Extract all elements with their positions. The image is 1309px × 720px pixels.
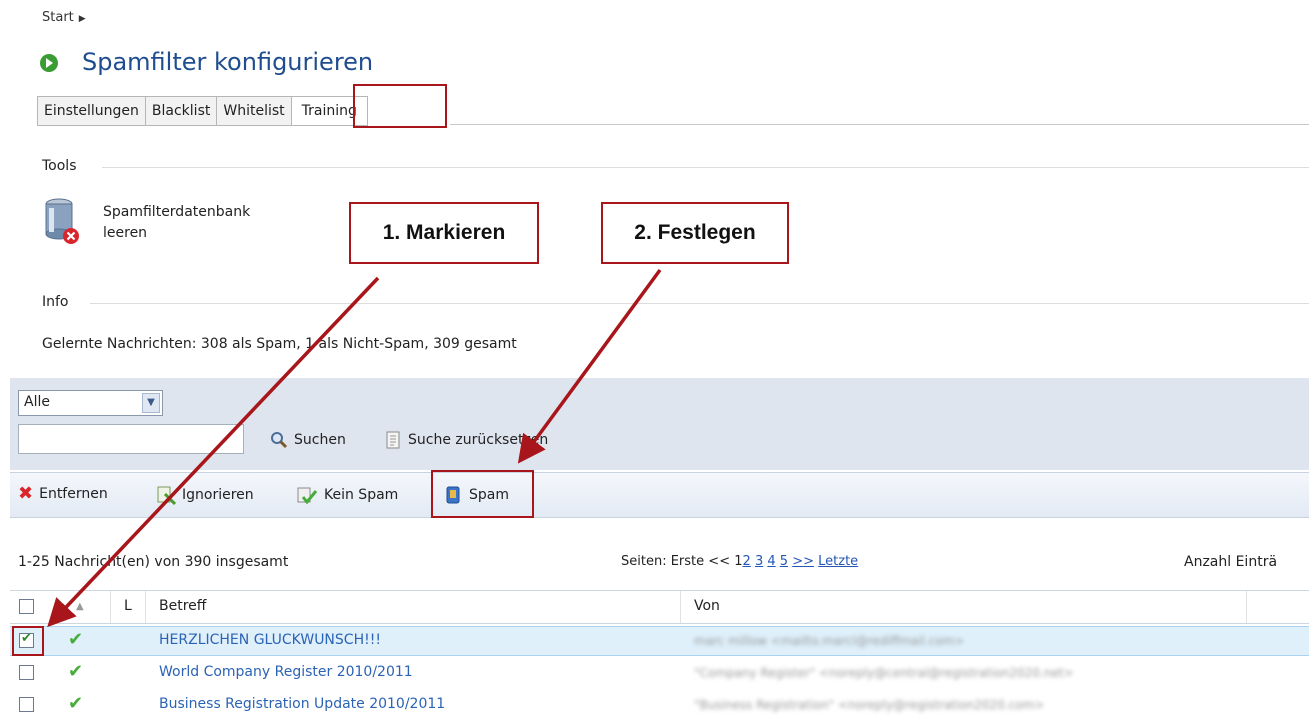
arrow-step1 <box>47 276 380 628</box>
arrow-step2 <box>517 268 662 464</box>
annotation-arrows <box>47 268 662 628</box>
